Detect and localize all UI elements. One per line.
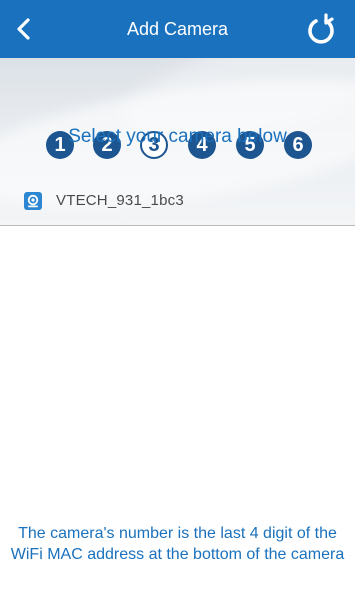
instruction-text: Select your camera below [68,126,287,147]
back-button[interactable] [4,9,44,49]
app-screen: Add Camera 1 2 3 4 5 6 Select your camer… [0,0,355,614]
refresh-icon [308,13,334,44]
camera-list-item[interactable]: VTECH_931_1bc3 [0,181,355,221]
camera-name: VTECH_931_1bc3 [56,192,184,209]
refresh-button[interactable] [301,9,341,49]
help-note: The camera's number is the last 4 digit … [10,525,345,563]
top-bar: Add Camera [0,0,355,58]
hero-background: 1 2 3 4 5 6 Select your camera below VTE… [0,58,355,225]
chevron-left-icon [17,18,30,40]
list-divider [0,225,355,226]
camera-icon [24,192,42,210]
